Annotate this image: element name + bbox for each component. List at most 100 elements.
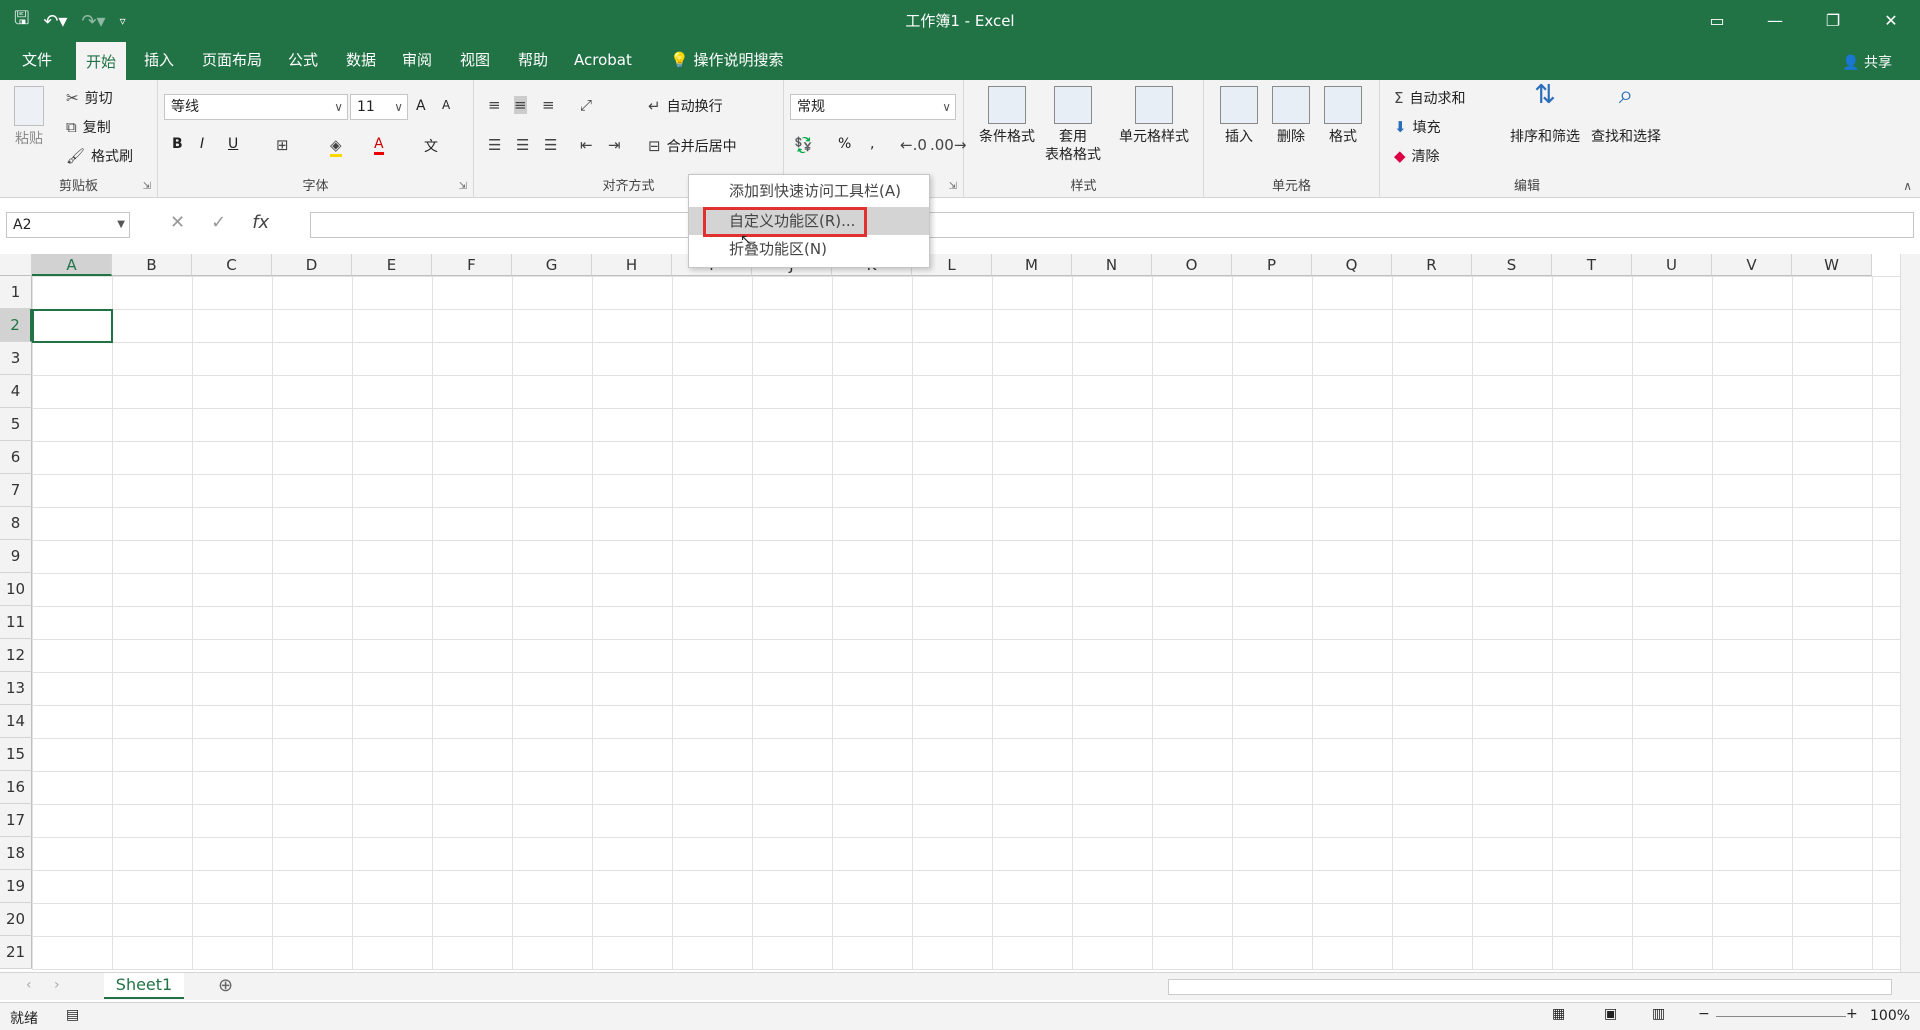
decrease-decimal-button[interactable]: .00→ (930, 136, 966, 154)
borders-button[interactable]: ⊞ (276, 136, 289, 154)
tab-acrobat[interactable]: Acrobat (564, 40, 642, 80)
ribbon-display-options-icon[interactable]: ▭ (1688, 0, 1746, 40)
copy-button[interactable]: ⧉ 复制 (66, 117, 111, 137)
underline-button[interactable]: U (228, 136, 238, 152)
tell-me-search[interactable]: 💡 操作说明搜索 (660, 40, 793, 80)
row-header[interactable]: 13 (0, 672, 32, 705)
dialog-launcher-icon[interactable]: ⇲ (949, 181, 957, 192)
row-header[interactable]: 12 (0, 639, 32, 672)
menu-add-to-qat[interactable]: 添加到快速访问工具栏(A) (689, 177, 929, 205)
wrap-text-button[interactable]: ↵ 自动换行 (648, 96, 723, 116)
format-cells-button[interactable]: 格式 (1320, 86, 1366, 146)
page-layout-view-icon[interactable]: ▣ (1604, 1006, 1617, 1022)
close-button[interactable]: ✕ (1862, 0, 1920, 40)
column-header[interactable]: V (1712, 254, 1792, 276)
page-break-view-icon[interactable]: ▥ (1652, 1006, 1665, 1022)
format-as-table-button[interactable]: 套用 表格格式 (1040, 86, 1106, 164)
column-header[interactable]: M (992, 254, 1072, 276)
tab-formulas[interactable]: 公式 (278, 40, 328, 80)
font-color-button[interactable]: A (374, 136, 384, 155)
column-header[interactable]: O (1152, 254, 1232, 276)
comma-button[interactable]: , (870, 136, 874, 152)
row-header[interactable]: 18 (0, 837, 32, 870)
clear-button[interactable]: ◆ 清除 (1394, 146, 1440, 166)
phonetic-button[interactable]: 文 (424, 136, 438, 156)
row-header[interactable]: 9 (0, 540, 32, 573)
row-header[interactable]: 17 (0, 804, 32, 837)
tab-review[interactable]: 审阅 (392, 40, 442, 80)
italic-button[interactable]: I (200, 136, 204, 152)
merge-center-button[interactable]: ⊟ 合并后居中 (648, 136, 737, 156)
zoom-in-icon[interactable]: + (1846, 1006, 1858, 1022)
normal-view-icon[interactable]: ▦ (1552, 1006, 1565, 1022)
column-header[interactable]: G (512, 254, 592, 276)
top-align-button[interactable]: ≡ (488, 96, 501, 114)
increase-indent-button[interactable]: ⇥ (608, 136, 621, 154)
middle-align-button[interactable]: ≡ (514, 96, 527, 114)
row-header[interactable]: 1 (0, 276, 32, 309)
row-header[interactable]: 20 (0, 903, 32, 936)
align-left-button[interactable]: ☰ (488, 136, 501, 154)
horizontal-scrollbar[interactable] (1168, 979, 1892, 995)
column-header[interactable]: H (592, 254, 672, 276)
tab-page-layout[interactable]: 页面布局 (192, 40, 272, 80)
dialog-launcher-icon[interactable]: ⇲ (143, 181, 151, 192)
tab-insert[interactable]: 插入 (134, 40, 184, 80)
row-header[interactable]: 6 (0, 441, 32, 474)
column-header[interactable]: R (1392, 254, 1472, 276)
increase-decimal-button[interactable]: ←.0 (900, 136, 927, 154)
dialog-launcher-icon[interactable]: ⇲ (459, 181, 467, 192)
paste-button[interactable]: 粘贴 (14, 86, 44, 148)
row-header[interactable]: 3 (0, 342, 32, 375)
sheet-tab[interactable]: Sheet1 (104, 973, 184, 999)
row-header[interactable]: 7 (0, 474, 32, 507)
row-header[interactable]: 8 (0, 507, 32, 540)
bottom-align-button[interactable]: ≡ (542, 96, 555, 114)
column-header[interactable]: N (1072, 254, 1152, 276)
cell-styles-button[interactable]: 单元格样式 (1112, 86, 1196, 146)
enter-icon[interactable]: ✓ (211, 212, 226, 233)
minimize-button[interactable]: — (1746, 0, 1804, 40)
decrease-indent-button[interactable]: ⇤ (580, 136, 593, 154)
shrink-font-button[interactable]: A (442, 98, 450, 112)
column-header[interactable]: T (1552, 254, 1632, 276)
row-header[interactable]: 11 (0, 606, 32, 639)
column-header[interactable]: P (1232, 254, 1312, 276)
font-size-combo[interactable]: 11 ∨ (350, 94, 408, 120)
row-header[interactable]: 5 (0, 408, 32, 441)
tab-help[interactable]: 帮助 (508, 40, 558, 80)
autosum-button[interactable]: Σ 自动求和 (1394, 88, 1465, 108)
row-header[interactable]: 16 (0, 771, 32, 804)
orientation-button[interactable]: ⤢ (580, 96, 592, 114)
row-header[interactable]: 14 (0, 705, 32, 738)
zoom-slider[interactable] (1716, 1016, 1846, 1017)
menu-collapse-ribbon[interactable]: 折叠功能区(N) (689, 235, 929, 263)
conditional-format-button[interactable]: 条件格式 (974, 86, 1040, 146)
column-header[interactable]: Q (1312, 254, 1392, 276)
align-right-button[interactable]: ☰ (544, 136, 557, 154)
column-header[interactable]: A (32, 254, 112, 276)
font-name-combo[interactable]: 等线 ∨ (164, 94, 348, 120)
tab-view[interactable]: 视图 (450, 40, 500, 80)
row-header[interactable]: 21 (0, 936, 32, 969)
tab-home[interactable]: 开始 (76, 40, 127, 80)
insert-function-icon[interactable]: fx (252, 212, 269, 233)
number-format-combo[interactable]: 常规 ∨ (790, 94, 956, 120)
tab-file[interactable]: 文件 (12, 40, 62, 80)
column-header[interactable]: U (1632, 254, 1712, 276)
find-select-button[interactable]: ⌕ 查找和选择 (1586, 82, 1666, 146)
formula-input[interactable] (310, 212, 1914, 238)
fill-color-button[interactable]: ◈ (330, 136, 342, 157)
accounting-format-button[interactable]: 💱 (794, 136, 813, 154)
format-painter-button[interactable]: 🖌 格式刷 (66, 146, 133, 166)
percent-button[interactable]: % (838, 136, 851, 152)
macro-record-icon[interactable]: ▤ (66, 1007, 79, 1023)
cut-button[interactable]: ✂ 剪切 (66, 88, 113, 108)
active-cell[interactable] (32, 309, 113, 343)
column-header[interactable]: F (432, 254, 512, 276)
column-header[interactable]: D (272, 254, 352, 276)
column-header[interactable]: W (1792, 254, 1872, 276)
vertical-scrollbar[interactable] (1900, 254, 1920, 976)
column-header[interactable]: S (1472, 254, 1552, 276)
bold-button[interactable]: B (172, 136, 183, 152)
